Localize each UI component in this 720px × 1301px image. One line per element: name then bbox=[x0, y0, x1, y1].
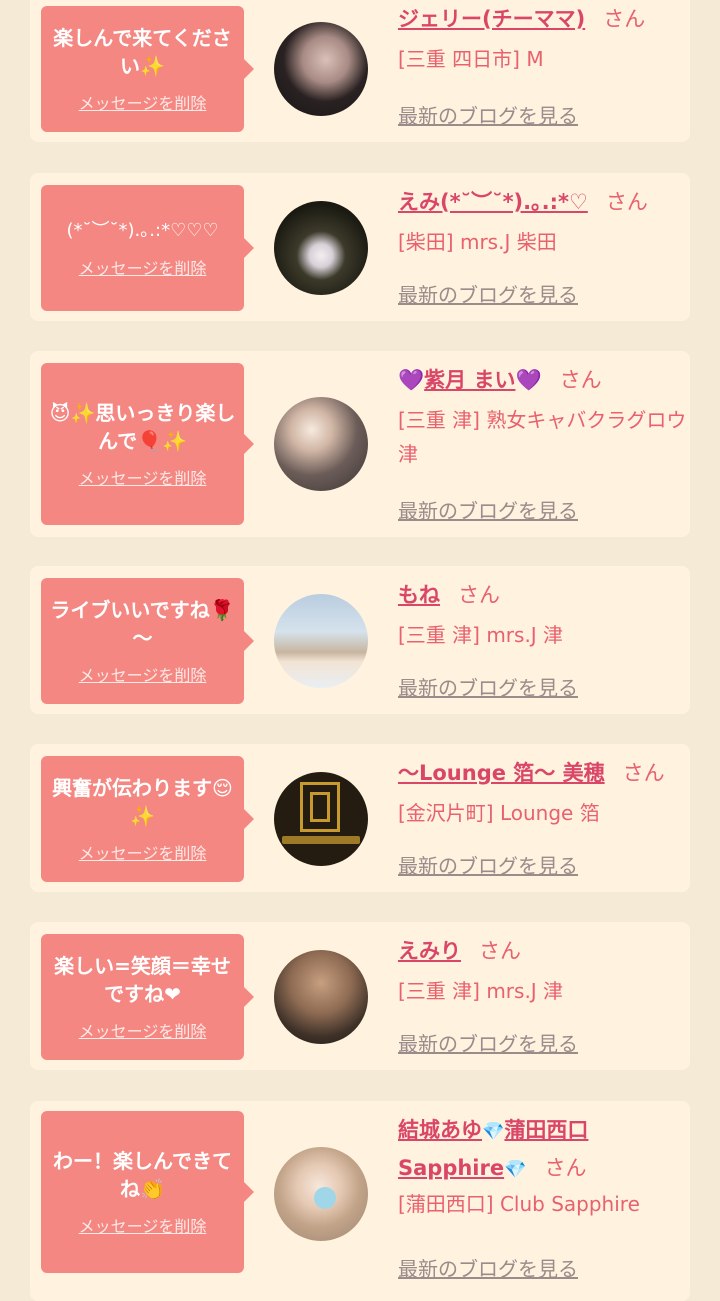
avatar[interactable] bbox=[274, 22, 368, 116]
message-bubble: (*˘︶˘*).｡.:*♡♡♡ メッセージを削除 bbox=[41, 185, 254, 311]
message-bubble: ライブいいですね🌹～ メッセージを削除 bbox=[41, 578, 254, 704]
honorific: さん bbox=[559, 368, 602, 392]
shop-label: [金沢片町] Lounge 箔 bbox=[398, 801, 600, 825]
honorific: さん bbox=[603, 7, 646, 31]
message-text: ライブいいですね🌹～ bbox=[50, 598, 235, 650]
message-card: 興奮が伝わります😌✨ メッセージを削除 〜Lounge 箔〜 美穂 さん [金沢片… bbox=[30, 744, 690, 892]
honorific: さん bbox=[479, 939, 521, 963]
user-name-link[interactable]: えみり bbox=[398, 939, 461, 963]
message-card: (*˘︶˘*).｡.:*♡♡♡ メッセージを削除 えみ(*˘︶˘*).｡.:*♡… bbox=[30, 173, 690, 321]
message-bubble: 楽しい=笑顔＝幸せですね❤ メッセージを削除 bbox=[41, 934, 254, 1060]
latest-blog-link[interactable]: 最新のブログを見る bbox=[398, 1028, 578, 1057]
purple-heart-icon: 💜 bbox=[515, 368, 542, 392]
avatar[interactable] bbox=[274, 201, 368, 295]
delete-message-link[interactable]: メッセージを削除 bbox=[79, 90, 207, 114]
message-bubble: 😈✨思いっきり楽しんで🎈✨ メッセージを削除 bbox=[41, 363, 254, 525]
avatar[interactable] bbox=[274, 594, 368, 688]
avatar[interactable] bbox=[274, 1147, 368, 1241]
latest-blog-link[interactable]: 最新のブログを見る bbox=[398, 279, 578, 308]
message-text: 😈✨思いっきり楽しんで🎈✨ bbox=[49, 401, 236, 453]
shop-label: [三重 津] 熟女キャバクラグロウ 津 bbox=[398, 408, 687, 466]
delete-message-link[interactable]: メッセージを削除 bbox=[79, 1018, 207, 1042]
user-name-link[interactable]: ジェリー(チーママ) bbox=[398, 7, 585, 31]
user-name-link-part[interactable]: Sapphire bbox=[398, 1156, 504, 1180]
shop-label: [蒲田西口] Club Sapphire bbox=[398, 1192, 640, 1216]
lounge-logo-icon bbox=[310, 792, 330, 822]
message-text: わー！楽しんできてね👏 bbox=[53, 1149, 232, 1201]
user-name-link[interactable]: もね bbox=[398, 583, 440, 607]
delete-message-link[interactable]: メッセージを削除 bbox=[79, 662, 207, 686]
user-name-link[interactable]: 〜Lounge 箔〜 美穂 bbox=[398, 761, 605, 785]
delete-message-link[interactable]: メッセージを削除 bbox=[79, 1213, 207, 1237]
diamond-icon: 💎 bbox=[504, 1159, 527, 1180]
shop-label: [三重 津] mrs.J 津 bbox=[398, 979, 564, 1003]
shop-label: [柴田] mrs.J 柴田 bbox=[398, 230, 557, 254]
diamond-icon: 💎 bbox=[482, 1121, 505, 1142]
shop-label: [三重 四日市] M bbox=[398, 47, 544, 71]
avatar[interactable] bbox=[274, 772, 368, 866]
delete-message-link[interactable]: メッセージを削除 bbox=[79, 255, 207, 279]
honorific: さん bbox=[544, 1156, 587, 1180]
latest-blog-link[interactable]: 最新のブログを見る bbox=[398, 672, 578, 701]
message-card: 😈✨思いっきり楽しんで🎈✨ メッセージを削除 💜紫月 まい💜 さん [三重 津] … bbox=[30, 351, 690, 537]
user-name-link-part[interactable]: 蒲田西口 bbox=[504, 1118, 588, 1142]
message-text: 楽しい=笑顔＝幸せですね❤ bbox=[54, 954, 231, 1006]
latest-blog-link[interactable]: 最新のブログを見る bbox=[398, 495, 578, 524]
purple-heart-icon: 💜 bbox=[398, 368, 425, 392]
latest-blog-link[interactable]: 最新のブログを見る bbox=[398, 850, 578, 879]
latest-blog-link[interactable]: 最新のブログを見る bbox=[398, 100, 578, 129]
honorific: さん bbox=[458, 583, 500, 607]
latest-blog-link[interactable]: 最新のブログを見る bbox=[398, 1253, 578, 1282]
face-blur bbox=[314, 1187, 336, 1209]
delete-message-link[interactable]: メッセージを削除 bbox=[79, 840, 207, 864]
message-bubble: 興奮が伝わります😌✨ メッセージを削除 bbox=[41, 756, 254, 882]
message-bubble: わー！楽しんできてね👏 メッセージを削除 bbox=[41, 1111, 254, 1273]
honorific: さん bbox=[605, 190, 648, 214]
message-card: 楽しんで来てください✨ メッセージを削除 ジェリー(チーママ) さん [三重 四日… bbox=[30, 0, 690, 142]
user-name-link[interactable]: えみ(*˘︶˘*).｡.:*♡ bbox=[398, 190, 588, 214]
message-card: 楽しい=笑顔＝幸せですね❤ メッセージを削除 えみり さん [三重 津] mrs.… bbox=[30, 922, 690, 1070]
message-bubble: 楽しんで来てください✨ メッセージを削除 bbox=[41, 6, 254, 132]
lounge-logo-text bbox=[282, 836, 360, 844]
message-card: わー！楽しんできてね👏 メッセージを削除 結城あゆ💎蒲田西口 Sapphire💎… bbox=[30, 1101, 690, 1301]
avatar[interactable] bbox=[274, 397, 368, 491]
user-name-link[interactable]: 紫月 まい bbox=[424, 368, 515, 392]
message-card: ライブいいですね🌹～ メッセージを削除 もね さん [三重 津] mrs.J 津 … bbox=[30, 566, 690, 714]
user-name-link[interactable]: 結城あゆ bbox=[398, 1118, 482, 1142]
delete-message-link[interactable]: メッセージを削除 bbox=[79, 465, 207, 489]
message-text: 楽しんで来てください✨ bbox=[53, 26, 232, 78]
message-text: 興奮が伝わります😌✨ bbox=[52, 776, 233, 828]
honorific: さん bbox=[622, 761, 665, 785]
message-text: (*˘︶˘*).｡.:*♡♡♡ bbox=[66, 220, 219, 241]
avatar[interactable] bbox=[274, 950, 368, 1044]
shop-label: [三重 津] mrs.J 津 bbox=[398, 623, 564, 647]
